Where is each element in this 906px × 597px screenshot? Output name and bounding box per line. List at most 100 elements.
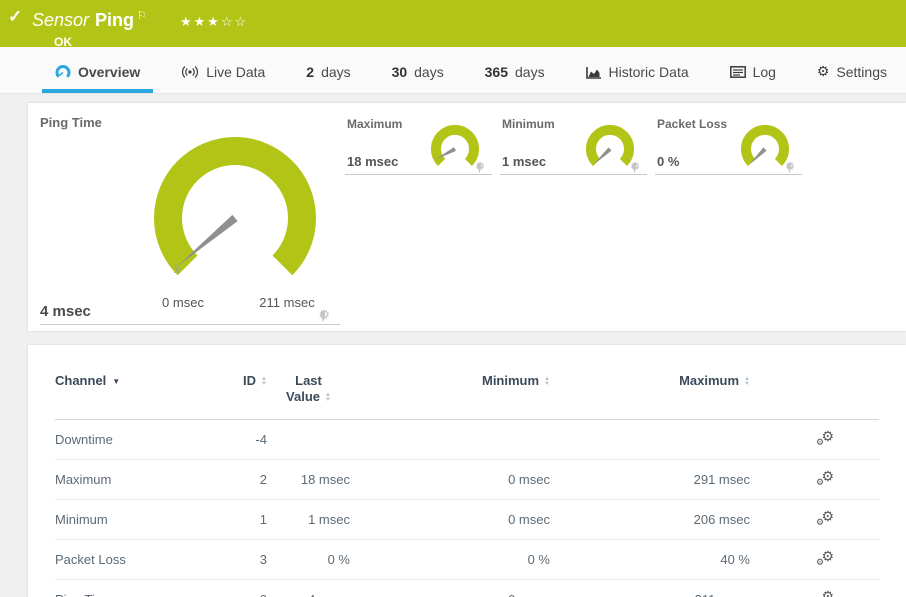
channel-minimum: 0 msec (350, 500, 550, 540)
tab-log[interactable]: Log (717, 64, 789, 93)
channel-row-packet-loss[interactable]: Packet Loss30 %0 %40 %⚙⚙ (55, 540, 879, 580)
gauge-value: 4 msec (40, 303, 91, 320)
channel-row-minimum[interactable]: Minimum11 msec0 msec206 msec ⚙⚙ (55, 500, 879, 540)
gauge-mean-marker: x̄ (174, 262, 180, 276)
channel-id: 0 (215, 580, 267, 597)
sort-icon: ▲▼ (544, 377, 550, 387)
tab-label: days (414, 64, 444, 80)
gear-icon[interactable]: ⚙ (318, 310, 330, 320)
channels-table: Channel▼ ID▲▼ Last Value▲▼ Minimum▲▼ Max… (55, 345, 879, 597)
channel-row-maximum[interactable]: Maximum218 msec0 msec291 msec ⚙⚙ (55, 460, 879, 500)
channel-row-downtime[interactable]: Downtime-4⚙⚙ (55, 420, 879, 460)
channel-settings-icon[interactable]: ⚙⚙ (816, 590, 834, 597)
ping-time-gauge (40, 115, 340, 315)
sort-icon: ▲▼ (744, 377, 750, 387)
tab-overview[interactable]: Overview (42, 64, 153, 93)
sort-icon: ▲▼ (325, 393, 331, 403)
sensor-title-line: SensorPing⚐ ★★★☆☆ (32, 6, 896, 32)
channel-last-value: 18 msec (267, 460, 350, 500)
tab-365-days[interactable]: 365 days (472, 64, 558, 93)
sort-desc-icon: ▼ (112, 377, 120, 386)
gauge-title: Packet Loss (657, 117, 727, 131)
table-header-row: Channel▼ ID▲▼ Last Value▲▼ Minimum▲▼ Max… (55, 345, 879, 420)
channel-minimum: 0 % (350, 540, 550, 580)
tab-number: 2 (306, 64, 314, 80)
tab-label: days (321, 64, 351, 80)
tab-number: 365 (485, 64, 508, 80)
channel-name: Downtime (55, 420, 215, 460)
channel-name: Minimum (55, 500, 215, 540)
channel-maximum: 211 msec (550, 580, 750, 597)
priority-stars[interactable]: ★★★☆☆ (180, 14, 248, 29)
tab-label: Historic Data (609, 64, 689, 80)
channel-name: Packet Loss (55, 540, 215, 580)
maximum-gauge-widget: Maximum 18 msec ⚙ (345, 112, 492, 175)
channel-id: 2 (215, 460, 267, 500)
mini-gauges-row: Maximum18 msec⚙Minimum1 msec⚙Packet Loss… (345, 112, 802, 175)
channel-settings-icon[interactable]: ⚙⚙ (816, 470, 834, 486)
tab-historic-data[interactable]: Historic Data (573, 64, 702, 93)
log-icon (730, 66, 746, 78)
minimum-gauge-widget: Minimum1 msec⚙ (500, 112, 647, 175)
sensor-header: ✓ SensorPing⚐ ★★★☆☆ OK (0, 0, 906, 47)
gear-icon: ⚙ (817, 63, 830, 80)
gauge-value: 1 msec (502, 154, 546, 169)
gauge-value: 18 msec (347, 154, 398, 169)
channel-id: 3 (215, 540, 267, 580)
channel-minimum: 0 msec (350, 460, 550, 500)
gauge-title: Ping Time (40, 115, 340, 130)
gear-icon[interactable]: ⚙ (630, 162, 640, 172)
channel-maximum: 206 msec (550, 500, 750, 540)
check-icon: ✓ (8, 7, 22, 27)
channel-id: 1 (215, 500, 267, 540)
gauge-value: 0 % (657, 154, 679, 169)
gear-icon[interactable]: ⚙ (785, 162, 795, 172)
tab-30-days[interactable]: 30 days (379, 64, 457, 93)
column-header-actions (750, 345, 879, 420)
channel-settings-icon[interactable]: ⚙⚙ (816, 430, 834, 446)
column-header-channel[interactable]: Channel▼ (55, 345, 215, 420)
tab-2-days[interactable]: 2 days (293, 64, 363, 93)
tab-label: Overview (78, 64, 140, 80)
tab-bar: Overview Live Data 2 days 30 days 365 days Histo… (0, 47, 906, 94)
channel-last-value (267, 420, 350, 460)
channel-last-value: 4 msec (267, 580, 350, 597)
channel-maximum: 40 % (550, 540, 750, 580)
flag-icon[interactable]: ⚐ (137, 10, 147, 22)
channel-maximum: 291 msec (550, 460, 750, 500)
channel-last-value: 0 % (267, 540, 350, 580)
channel-minimum (350, 420, 550, 460)
channel-last-value: 1 msec (267, 500, 350, 540)
gear-icon[interactable]: ⚙ (475, 162, 485, 172)
sort-icon: ▲▼ (261, 377, 267, 387)
status-badge: OK (54, 35, 896, 49)
tab-label: days (515, 64, 545, 80)
tab-number: 30 (392, 64, 408, 80)
gauge-icon (55, 65, 71, 79)
column-header-minimum[interactable]: Minimum▲▼ (350, 345, 550, 420)
tab-label: Live Data (206, 64, 265, 80)
packet-loss-gauge-widget: Packet Loss 0 % ⚙ (655, 112, 802, 175)
channel-name: Maximum (55, 460, 215, 500)
broadcast-icon (181, 66, 199, 78)
channel-maximum (550, 420, 750, 460)
column-header-maximum[interactable]: Maximum▲▼ (550, 345, 750, 420)
prtg-sensor-page: ✓ SensorPing⚐ ★★★☆☆ OK Overview Live Data… (0, 0, 906, 597)
channel-row-ping-time[interactable]: Ping Time04 msec0 msec211 msec ⚙⚙ (55, 580, 879, 597)
gauge-min-label: 0 msec (162, 295, 204, 310)
channel-settings-icon[interactable]: ⚙⚙ (816, 550, 834, 566)
ping-time-gauge-widget: Ping Time x̄ 0 msec 211 msec 4 msec ⚙ (40, 115, 340, 325)
gauge-title: Maximum (347, 117, 402, 131)
channel-name: Ping Time (55, 580, 215, 597)
tab-settings[interactable]: ⚙ Settings (804, 63, 900, 93)
gauge-max-label: 211 msec (259, 295, 314, 310)
column-header-last-value[interactable]: Last Value▲▼ (267, 345, 350, 420)
tab-label: Settings (836, 64, 887, 80)
overview-gauges-panel: Ping Time x̄ 0 msec 211 msec 4 msec ⚙ Ma… (28, 103, 906, 331)
channel-settings-icon[interactable]: ⚙⚙ (816, 510, 834, 526)
sensor-kind-label: Sensor (32, 10, 89, 30)
channel-minimum: 0 msec (350, 580, 550, 597)
column-header-id[interactable]: ID▲▼ (215, 345, 267, 420)
tab-label: Log (753, 64, 776, 80)
tab-live-data[interactable]: Live Data (168, 64, 278, 93)
